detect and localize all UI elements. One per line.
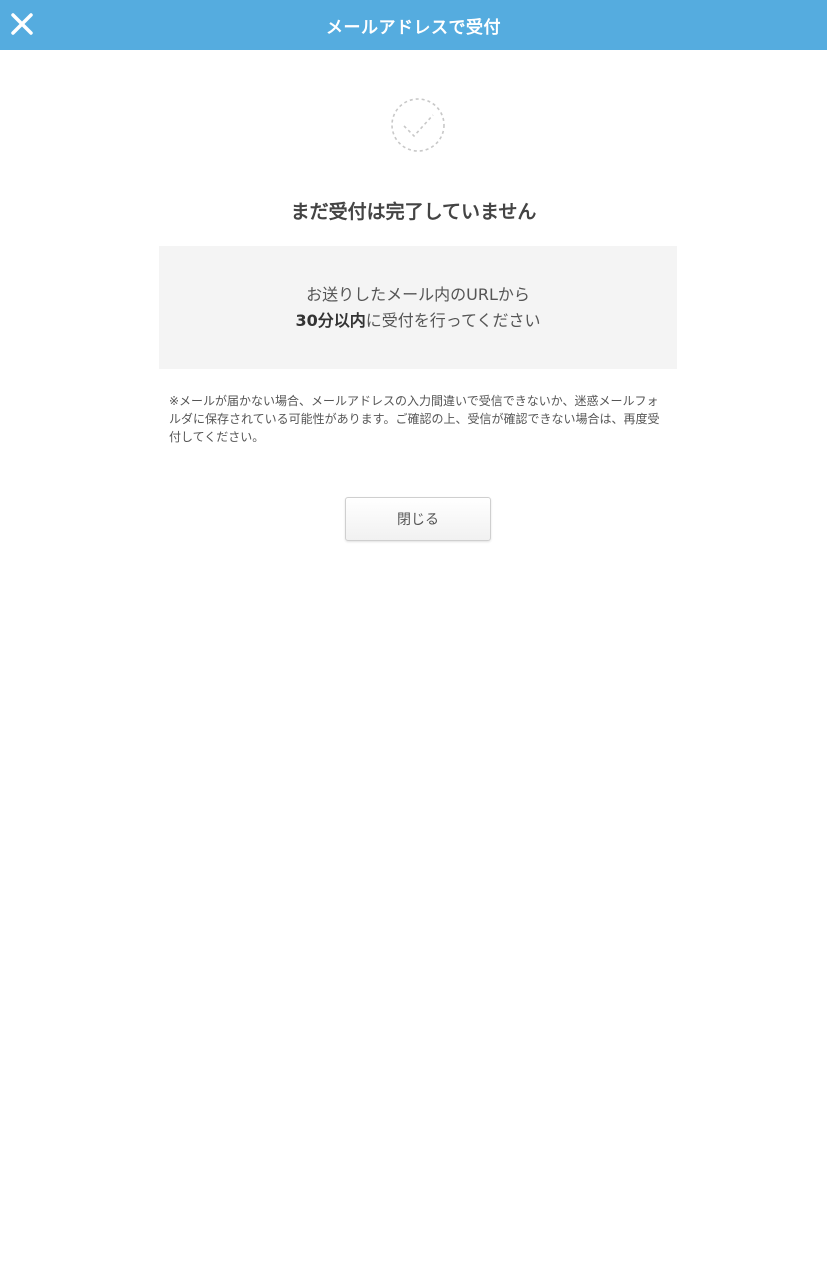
page-title: メールアドレスで受付 [326, 17, 501, 38]
close-button[interactable]: 閉じる [345, 497, 491, 541]
time-limit-text: 30分以内 [295, 311, 366, 330]
info-line-2-rest: に受付を行ってください [365, 311, 541, 330]
notice-text: ※メールが届かない場合、メールアドレスの入力間違いで受信できないか、迷惑メールフ… [169, 394, 660, 444]
info-line-1: お送りしたメール内のURLから [306, 285, 530, 304]
header-bar: メールアドレスで受付 [0, 0, 827, 50]
info-line-2: 30分以内に受付を行ってください [159, 308, 677, 334]
close-icon[interactable] [9, 11, 35, 37]
info-box: お送りしたメール内のURLから 30分以内に受付を行ってください [159, 246, 677, 369]
status-title: まだ受付は完了していません [290, 201, 537, 223]
check-circle-icon [391, 98, 445, 152]
